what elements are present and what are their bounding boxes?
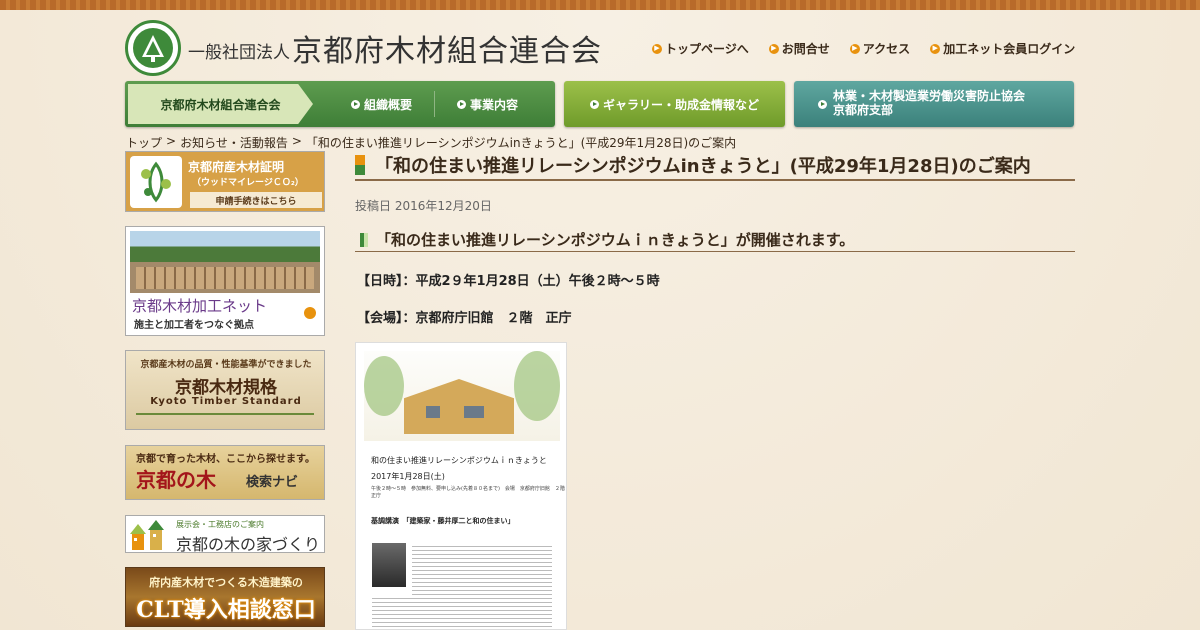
breadcrumb-separator: > xyxy=(166,134,177,148)
title-marker-icon xyxy=(355,155,365,175)
event-datetime: 【日時】：平成2９年1月28日（土）午後２時～５時 xyxy=(357,274,660,289)
arrow-bullet-icon: ▶ xyxy=(652,43,662,54)
post-date: 投稿日 2016年12月20日 xyxy=(355,199,492,213)
page-title: 「和の住まい推進リレーシンポジウムinきょうと」(平成29年1月28日)のご案内 xyxy=(375,156,1031,177)
util-link-login[interactable]: ▶ 加工ネット会員ログイン xyxy=(930,40,1075,57)
wood-certificate-icon xyxy=(130,156,182,208)
util-link-access[interactable]: ▶ アクセス xyxy=(849,40,910,57)
arrow-bullet-icon xyxy=(589,99,599,109)
houses-icon xyxy=(130,520,164,550)
arrow-bullet-icon: ▶ xyxy=(768,43,779,54)
banner-clt-consultation[interactable]: 府内産木材でつくる木造建築の CLT導入相談窓口 xyxy=(125,567,325,627)
article-subtitle: 「和の住まい推進リレーシンポジウムｉｎきょうと」が開催されます。 xyxy=(376,231,855,249)
log-pile-image xyxy=(136,267,314,289)
org-prefix: 一般社団法人 xyxy=(188,43,290,63)
arrow-bullet-icon xyxy=(818,99,827,109)
nav-divider xyxy=(434,91,436,117)
speaker-photo xyxy=(372,543,406,587)
breadcrumb-current: 「和の住まい推進リレーシンポジウムinきょうと」(平成29年1月28日)のご案内 xyxy=(305,136,737,150)
top-border-strip xyxy=(0,0,1200,10)
banner-timber-standard[interactable]: 京都産木材の品質・性能基準ができました 京都木材規格 Kyoto Timber … xyxy=(125,350,325,430)
org-name[interactable]: 京都府木材組合連合会 xyxy=(292,26,602,70)
nav-safety-association[interactable]: 林業・木材製造業労働災害防止協会 京都府支部 xyxy=(794,81,1074,127)
nav-business[interactable]: 事業内容 xyxy=(457,96,518,113)
util-link-top[interactable]: ▶ トップページへ xyxy=(652,40,749,57)
event-venue: 【会場】：京都府庁旧館 ２階 正庁 xyxy=(357,311,572,326)
breadcrumb: トップ > お知らせ・活動報告 > 「和の住まい推進リレーシンポジウムinきょう… xyxy=(126,134,736,151)
flyer-footer-text xyxy=(372,595,552,629)
event-flyer-image[interactable]: 和の住まい推進リレーシンポジウムｉｎきょうと 2017年1月28日(土) 午後２… xyxy=(355,342,567,630)
subtitle-marker-icon xyxy=(360,232,368,247)
banner-search-navi[interactable]: 京都で育った木材、ここから探せます。 京都の木 検索ナビ xyxy=(125,445,325,500)
arrow-circle-icon xyxy=(304,307,316,319)
article-subtitle-bar: 「和の住まい推進リレーシンポジウムｉｎきょうと」が開催されます。 xyxy=(355,228,1075,252)
nav-organization[interactable]: 組織概要 xyxy=(351,96,412,113)
breadcrumb-news[interactable]: お知らせ・活動報告 xyxy=(180,134,288,151)
arrow-bullet-icon xyxy=(457,99,467,109)
arrow-bullet-icon: ▶ xyxy=(849,43,860,54)
nav-gallery[interactable]: ギャラリー・助成金情報など xyxy=(564,81,785,127)
main-nav-green: 京都府木材組合連合会 組織概要 事業内容 xyxy=(125,81,555,127)
twig-decoration xyxy=(136,413,314,415)
banner-wood-house[interactable]: 展示会・工務店のご案内 京都の木の家づくり xyxy=(125,515,325,553)
article-title-bar: 「和の住まい推進リレーシンポジウムinきょうと」(平成29年1月28日)のご案内 xyxy=(355,151,1075,181)
house-sketch-image xyxy=(364,351,560,441)
nav-home[interactable]: 京都府木材組合連合会 xyxy=(128,84,313,124)
utility-nav: ▶ トップページへ ▶ お問合せ ▶ アクセス ▶ 加工ネット会員ログイン xyxy=(652,40,1075,57)
util-link-contact[interactable]: ▶ お問合せ xyxy=(768,40,830,57)
banner-wood-certificate[interactable]: 京都府産木材証明 （ウッドマイレージＣＯ₂） 申請手続きはこちら xyxy=(125,151,325,212)
org-logo-icon[interactable] xyxy=(125,20,181,76)
arrow-bullet-icon: ▶ xyxy=(930,43,941,54)
breadcrumb-top[interactable]: トップ xyxy=(126,134,162,151)
breadcrumb-separator: > xyxy=(291,134,302,148)
arrow-bullet-icon xyxy=(351,99,360,109)
banner-kako-net[interactable]: 京都木材加工ネット 施主と加工者をつなぐ拠点 xyxy=(125,226,325,336)
